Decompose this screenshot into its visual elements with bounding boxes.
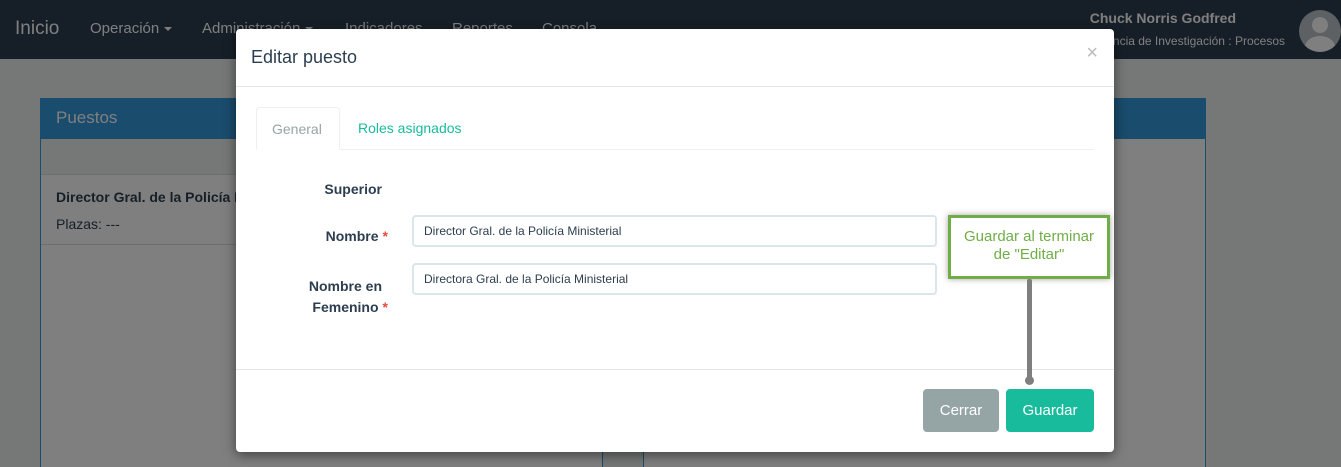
guardar-button[interactable]: Guardar: [1006, 389, 1094, 432]
modal-tabs: General Roles asignados: [256, 107, 1094, 150]
tab-roles-asignados[interactable]: Roles asignados: [343, 107, 477, 150]
callout-pointer: [1027, 279, 1032, 380]
tutorial-callout: Guardar al terminar de "Editar": [948, 215, 1110, 279]
cerrar-button[interactable]: Cerrar: [923, 389, 999, 432]
close-icon[interactable]: ×: [1086, 42, 1098, 65]
callout-text-line2: de "Editar": [993, 246, 1065, 263]
nombre-femenino-input[interactable]: [412, 263, 937, 295]
required-marker: *: [382, 228, 388, 244]
modal-title: Editar puesto: [251, 47, 358, 67]
callout-pointer-dot: [1025, 376, 1034, 385]
callout-text-line1: Guardar al terminar: [963, 228, 1095, 245]
superior-label: Superior: [324, 181, 382, 197]
modal-header: Editar puesto ×: [236, 29, 1114, 87]
tab-general[interactable]: General: [256, 107, 340, 150]
required-marker: *: [382, 299, 388, 315]
modal-footer-divider: [236, 369, 1114, 370]
nombre-input[interactable]: [412, 215, 937, 247]
nombre-femenino-label: Nombre en Femenino *: [308, 278, 388, 315]
nombre-label: Nombre *: [325, 228, 388, 244]
